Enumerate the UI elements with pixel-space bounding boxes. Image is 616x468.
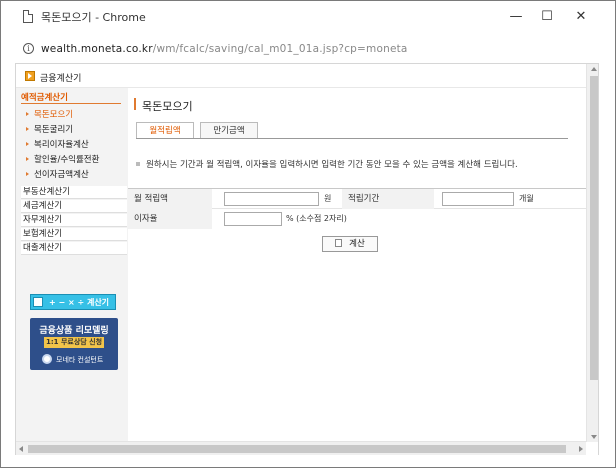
title-bar: 목돈모으기 - Chrome — ☐ ✕ — [1, 1, 615, 33]
calculate-button-label: 계산 — [349, 239, 365, 249]
sidebar-item-label: 목돈모으기 — [34, 110, 74, 120]
info-icon[interactable]: i — [23, 43, 34, 54]
consultant-avatar-icon — [42, 354, 52, 364]
page-title: 목돈모으기 — [142, 100, 193, 113]
form-row: 이자율 % (소수점 2자리) — [128, 209, 598, 229]
main-content: 목돈모으기 월적립액 만기금액 원하시는 기간과 월 적립액, 이자율을 입력하… — [128, 88, 598, 455]
calculator-button-label: + − × ÷ 계산기 — [49, 298, 110, 307]
scroll-left-arrow-icon[interactable] — [19, 446, 23, 452]
monthly-deposit-unit: 원 — [324, 194, 332, 203]
top-header: 금융계산기 — [16, 64, 598, 88]
tab-monthly-deposit[interactable]: 월적립액 — [136, 122, 194, 139]
minimize-button[interactable]: — — [501, 7, 531, 27]
bullet-triangle-icon — [26, 142, 29, 146]
sidebar-item-label: 할인율/수익률전환 — [34, 155, 100, 165]
calculation-form: 월 적립액 원 적립기간 개월 이자율 % (소수점 2자리) — [128, 188, 598, 230]
sidebar-item-prepaid-interest[interactable]: 선이자금액계산 — [26, 168, 89, 180]
promo-title: 금융상품 리모델링 — [39, 326, 109, 336]
sidebar: 예적금계산기 목돈모으기 목돈굴리기 복리이자율계산 할인율/수익률전환 선이자… — [16, 88, 128, 455]
period-unit: 개월 — [519, 194, 534, 203]
sidebar-category-tax[interactable]: 세금계산기 — [21, 200, 127, 213]
chevron-right-icon — [25, 71, 35, 81]
interest-rate-label: 이자율 — [128, 209, 212, 229]
vertical-scrollbar[interactable] — [586, 64, 598, 442]
url-host: wealth.moneta.co.kr — [41, 43, 153, 55]
bullet-triangle-icon — [26, 157, 29, 161]
sidebar-category-real-estate[interactable]: 부동산계산기 — [21, 186, 127, 199]
bullet-square-icon — [136, 162, 140, 166]
promo-consultant-label: 모네타 컨설턴트 — [56, 356, 104, 364]
monthly-deposit-label: 월 적립액 — [128, 189, 212, 209]
sidebar-item-compound-rate[interactable]: 복리이자율계산 — [26, 138, 89, 150]
tab-divider — [136, 138, 568, 139]
sidebar-header[interactable]: 예적금계산기 — [21, 91, 68, 103]
remodeling-promo-banner[interactable]: 금융상품 리모델링 1:1 무료상담 신청 모네타 컨설턴트 — [30, 318, 118, 370]
sidebar-category-finance[interactable]: 자무계산기 — [21, 214, 127, 227]
monthly-deposit-input[interactable] — [224, 192, 319, 206]
address-bar[interactable]: i wealth.moneta.co.kr/wm/fcalc/saving/ca… — [1, 35, 615, 63]
bullet-triangle-icon — [26, 127, 29, 131]
close-button[interactable]: ✕ — [566, 7, 596, 27]
browser-window: 목돈모으기 - Chrome — ☐ ✕ i wealth.moneta.co.… — [0, 0, 616, 468]
calculate-button[interactable]: 계산 — [322, 236, 378, 252]
title-accent-bar — [134, 98, 136, 110]
horizontal-scroll-thumb[interactable] — [28, 445, 566, 453]
calculator-icon — [33, 297, 43, 307]
sidebar-header-divider — [21, 103, 121, 104]
calculator-button[interactable]: + − × ÷ 계산기 — [30, 294, 116, 310]
period-label: 적립기간 — [342, 189, 434, 209]
sidebar-category-insurance[interactable]: 보험계산기 — [21, 228, 127, 241]
window-title: 목돈모으기 - Chrome — [41, 11, 146, 24]
top-header-label: 금융계산기 — [40, 74, 82, 84]
sidebar-item-label: 복리이자율계산 — [34, 140, 89, 150]
sidebar-item-discount-yield[interactable]: 할인율/수익률전환 — [26, 153, 99, 165]
sidebar-category-loan[interactable]: 대출계산기 — [21, 242, 127, 255]
maximize-button[interactable]: ☐ — [532, 7, 562, 27]
sidebar-item-label: 목돈굴리기 — [34, 125, 74, 135]
promo-consult-badge: 1:1 무료상담 신청 — [44, 337, 104, 348]
scroll-up-arrow-icon[interactable] — [591, 67, 597, 71]
bullet-triangle-icon — [26, 172, 29, 176]
calculator-icon — [335, 239, 343, 247]
page-viewport: 금융계산기 예적금계산기 목돈모으기 목돈굴리기 복리이자율계산 할인율/수익률… — [15, 63, 599, 455]
description-label: 원하시는 기간과 월 적립액, 이자율을 입력하시면 입력한 기간 동안 모을 … — [146, 160, 518, 170]
vertical-scroll-thumb[interactable] — [590, 76, 598, 380]
url-text[interactable]: wealth.moneta.co.kr/wm/fcalc/saving/cal_… — [41, 43, 408, 55]
sidebar-item-lump-sum-invest[interactable]: 목돈굴리기 — [26, 123, 73, 135]
document-icon — [23, 10, 33, 23]
bullet-triangle-icon — [26, 112, 29, 116]
period-input[interactable] — [442, 192, 514, 206]
sidebar-item-lump-sum-saving[interactable]: 목돈모으기 — [26, 108, 73, 120]
interest-rate-input[interactable] — [224, 212, 282, 226]
url-path: /wm/fcalc/saving/cal_m01_01a.jsp?cp=mone… — [152, 43, 408, 55]
horizontal-scrollbar[interactable] — [16, 441, 586, 455]
sidebar-item-label: 선이자금액계산 — [34, 170, 89, 180]
tab-maturity-amount[interactable]: 만기금액 — [200, 122, 258, 139]
form-row: 월 적립액 원 적립기간 개월 — [128, 189, 598, 209]
description-text: 원하시는 기간과 월 적립액, 이자율을 입력하시면 입력한 기간 동안 모을 … — [136, 158, 518, 170]
scroll-down-arrow-icon[interactable] — [591, 435, 597, 439]
interest-rate-unit: % (소수점 2자리) — [286, 214, 347, 223]
scroll-right-arrow-icon[interactable] — [579, 446, 583, 452]
